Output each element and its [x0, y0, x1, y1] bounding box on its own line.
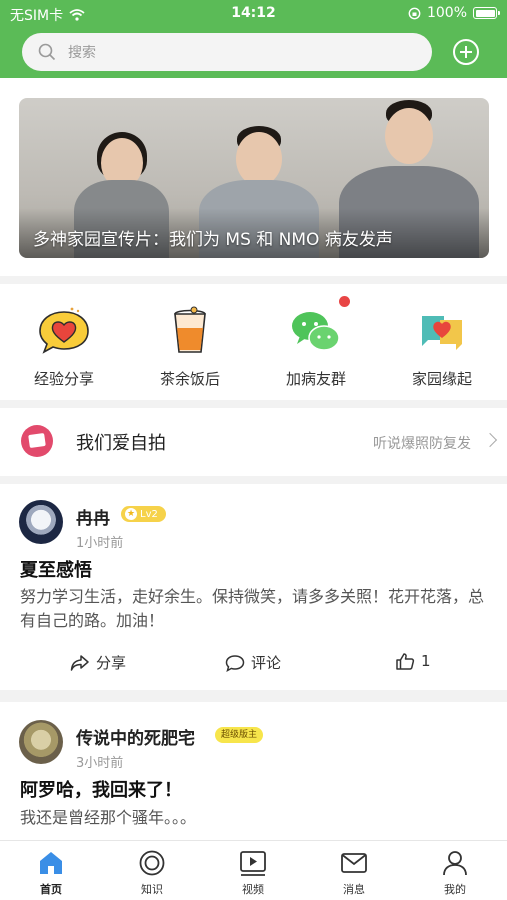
share-label: 分享: [96, 654, 127, 672]
post-actions: 分享 评论 1: [0, 652, 507, 680]
chevron-right-icon: [482, 432, 498, 448]
photo-icon: [21, 425, 53, 457]
tab-label: 我的: [444, 883, 466, 896]
header-bar: 无SIM卡 14:12 100% 搜索: [0, 0, 507, 78]
tab-label: 视频: [242, 883, 264, 896]
comment-button[interactable]: 评论: [225, 652, 281, 673]
post-time: 3小时前: [76, 756, 124, 771]
post-title[interactable]: 阿罗哈，我回来了！: [20, 776, 182, 802]
quick-entry-origin[interactable]: 家园缘起: [387, 306, 497, 389]
bottom-tab-bar: 首页 知识 视频 消息 我的: [0, 840, 507, 900]
post-username[interactable]: 传说中的死肥宅: [76, 724, 195, 749]
star-icon: ★: [125, 508, 137, 520]
selfie-subtitle: 听说爆照防复发: [373, 436, 471, 452]
tab-home[interactable]: 首页: [21, 849, 81, 897]
tab-video[interactable]: 视频: [223, 849, 283, 897]
avatar[interactable]: [19, 720, 63, 764]
quick-entry-experience[interactable]: 经验分享: [9, 306, 119, 389]
post-body[interactable]: 我还是曾经那个骚年。。。: [20, 806, 489, 830]
tab-label: 消息: [343, 883, 365, 896]
level-badge: ★ Lv2: [121, 506, 166, 522]
level-text: Lv2: [140, 508, 158, 520]
search-icon: [38, 43, 56, 61]
selfie-title: 我们爱自拍: [76, 433, 166, 454]
tab-knowledge[interactable]: 知识: [122, 849, 182, 897]
post-time: 1小时前: [76, 536, 124, 551]
quick-entry-label: 经验分享: [33, 370, 94, 388]
search-input[interactable]: 搜索: [22, 33, 432, 71]
avatar[interactable]: [19, 500, 63, 544]
banner-section: 多神家园宣传片：我们为 MS 和 NMO 病友发声: [0, 78, 507, 276]
like-button[interactable]: 1: [395, 652, 431, 670]
comment-label: 评论: [251, 654, 282, 672]
video-icon: [239, 849, 267, 877]
tab-profile[interactable]: 我的: [425, 849, 485, 897]
selfie-section[interactable]: 我们爱自拍 听说爆照防复发: [0, 408, 507, 476]
moderator-badge: 超级版主: [215, 727, 264, 743]
tab-label: 知识: [141, 883, 163, 896]
home-icon: [37, 849, 65, 877]
quick-entry-tea[interactable]: 茶余饭后: [135, 306, 245, 389]
post-username[interactable]: 冉冉: [76, 504, 110, 529]
quick-entry-grid: 经验分享 茶余饭后 加病友群 家园缘起: [0, 284, 507, 400]
drink-cup-icon: [162, 306, 218, 356]
like-count: 1: [421, 652, 431, 670]
heart-bubbles-icon: [414, 306, 470, 356]
heart-chat-icon: [36, 306, 92, 356]
post-card[interactable]: 冉冉 ★ Lv2 1小时前 夏至感悟 努力学习生活，走好余生。保持微笑，请多多关…: [0, 484, 507, 690]
quick-entry-label: 茶余饭后: [159, 370, 220, 388]
post-card[interactable]: 传说中的死肥宅 超级版主 3小时前 阿罗哈，我回来了！ 我还是曾经那个骚年。。。: [0, 702, 507, 840]
tab-messages[interactable]: 消息: [324, 849, 384, 897]
add-post-button[interactable]: [453, 39, 479, 65]
status-bar: 无SIM卡 14:12 100%: [0, 0, 507, 26]
wechat-icon: [288, 296, 350, 356]
orientation-lock-icon: [408, 7, 421, 19]
knowledge-icon: [138, 849, 166, 877]
message-icon: [340, 849, 368, 877]
quick-entry-label: 家园缘起: [411, 370, 472, 388]
banner-caption: 多神家园宣传片：我们为 MS 和 NMO 病友发声: [33, 230, 393, 250]
tab-label: 首页: [40, 883, 62, 896]
new-message-dot: [339, 296, 350, 307]
battery-icon: [473, 7, 500, 19]
search-placeholder: 搜索: [68, 45, 96, 61]
share-icon: [70, 654, 89, 671]
battery-percent: 100%: [426, 5, 467, 21]
quick-entry-group[interactable]: 加病友群: [261, 296, 371, 389]
status-right: 100%: [408, 5, 500, 21]
comment-icon: [225, 654, 245, 672]
share-button[interactable]: 分享: [70, 652, 126, 673]
thumbs-up-icon: [396, 653, 415, 670]
profile-icon: [441, 849, 469, 877]
post-title[interactable]: 夏至感悟: [20, 556, 92, 582]
promo-banner[interactable]: 多神家园宣传片：我们为 MS 和 NMO 病友发声: [19, 98, 489, 258]
post-body[interactable]: 努力学习生活，走好余生。保持微笑，请多多关照！花开花落，总有自己的路。加油！: [20, 585, 489, 633]
quick-entry-label: 加病友群: [285, 370, 346, 388]
